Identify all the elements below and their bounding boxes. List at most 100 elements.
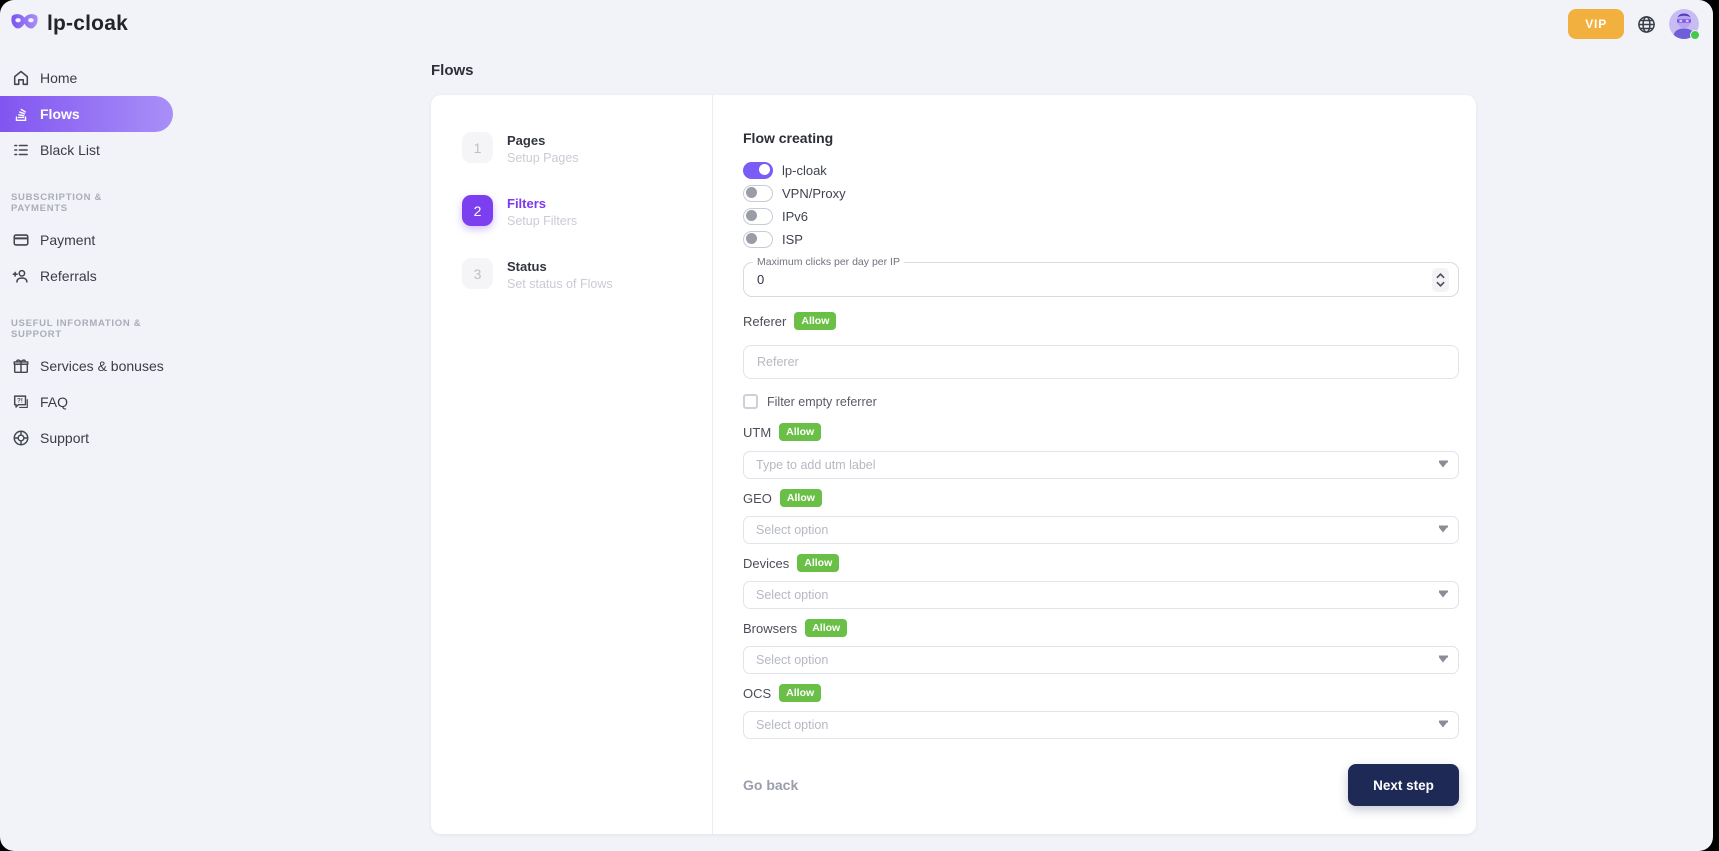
browsers-select-input[interactable] <box>743 646 1459 674</box>
referer-label: Referer <box>743 314 786 329</box>
utm-combo <box>743 451 1459 479</box>
topbar: lp-cloak VIP <box>0 0 1713 48</box>
sidebar-item-label: Services & bonuses <box>40 358 164 374</box>
step-filters[interactable]: 2 Filters Setup Filters <box>462 195 712 228</box>
ocs-label: OCS <box>743 686 771 701</box>
step-pages[interactable]: 1 Pages Setup Pages <box>462 132 712 165</box>
ocs-label-row: OCS Allow <box>743 684 1459 702</box>
brand-name: lp-cloak <box>47 12 128 36</box>
sidebar-item-black-list[interactable]: Black List <box>0 132 175 168</box>
avatar[interactable] <box>1669 9 1699 39</box>
list-icon <box>11 141 30 160</box>
section-label-text: USEFUL INFORMATION & SUPPORT <box>11 318 153 340</box>
chevron-down-icon[interactable] <box>1439 658 1447 663</box>
utm-allow-badge[interactable]: Allow <box>779 423 821 441</box>
sidebar-item-services-bonuses[interactable]: Services & bonuses <box>0 348 175 384</box>
vip-button[interactable]: VIP <box>1568 9 1624 39</box>
toggle-label: IPv6 <box>782 209 808 224</box>
toggle-row-ipv6: IPv6 <box>743 205 1459 227</box>
step-subtitle: Setup Filters <box>507 214 577 228</box>
devices-label: Devices <box>743 556 789 571</box>
online-status-dot <box>1690 30 1700 40</box>
geo-label-row: GEO Allow <box>743 489 1459 507</box>
sidebar-item-label: Flows <box>40 106 80 122</box>
chevron-down-icon[interactable] <box>1439 463 1447 468</box>
geo-select <box>743 516 1459 544</box>
sidebar-item-support[interactable]: Support <box>0 420 175 456</box>
form-footer: Go back Next step <box>743 764 1459 806</box>
mask-logo-icon <box>10 12 39 36</box>
step-status[interactable]: 3 Status Set status of Flows <box>462 258 712 291</box>
toggle-label: VPN/Proxy <box>782 186 846 201</box>
ocs-select <box>743 711 1459 739</box>
sidebar-section-subscription: SUBSCRIPTION & PAYMENTS <box>11 192 175 214</box>
max-clicks-label: Maximum clicks per day per IP <box>753 256 904 268</box>
devices-label-row: Devices Allow <box>743 554 1459 572</box>
devices-allow-badge[interactable]: Allow <box>797 554 839 572</box>
referer-allow-badge[interactable]: Allow <box>794 312 836 330</box>
flow-card: 1 Pages Setup Pages 2 Filters Setup Filt… <box>431 95 1476 834</box>
sidebar-section-useful: USEFUL INFORMATION & SUPPORT <box>11 318 175 340</box>
sidebar-item-label: Payment <box>40 232 95 248</box>
step-title: Status <box>507 258 613 274</box>
sidebar-item-faq[interactable]: ?! FAQ <box>0 384 175 420</box>
filter-empty-referrer-row: Filter empty referrer <box>743 394 1459 409</box>
ocs-select-input[interactable] <box>743 711 1459 739</box>
geo-label: GEO <box>743 491 772 506</box>
faq-bubble-icon: ?! <box>11 393 30 412</box>
page-title: Flows <box>431 62 1476 79</box>
sidebar-item-label: FAQ <box>40 394 68 410</box>
step-number: 3 <box>462 258 493 289</box>
devices-select <box>743 581 1459 609</box>
flow-form: Flow creating lp-cloak VPN/Proxy IPv6 <box>713 95 1476 834</box>
sidebar-item-payment[interactable]: Payment <box>0 222 175 258</box>
sidebar-item-label: Home <box>40 70 77 86</box>
sidebar: Home Flows <box>0 48 175 456</box>
lp-cloak-toggle[interactable] <box>743 162 773 179</box>
chevron-down-icon[interactable] <box>1439 723 1447 728</box>
browsers-label: Browsers <box>743 621 797 636</box>
ipv6-toggle[interactable] <box>743 208 773 225</box>
geo-select-input[interactable] <box>743 516 1459 544</box>
devices-select-input[interactable] <box>743 581 1459 609</box>
stage: lp-cloak VIP <box>0 0 1719 851</box>
layout: Home Flows <box>0 48 1713 834</box>
next-step-button[interactable]: Next step <box>1348 764 1459 806</box>
sidebar-item-home[interactable]: Home <box>0 60 175 96</box>
chevron-down-icon[interactable] <box>1439 593 1447 598</box>
app-window: lp-cloak VIP <box>0 0 1713 851</box>
svg-text:?!: ?! <box>16 398 22 405</box>
step-title: Filters <box>507 195 577 211</box>
referer-input[interactable] <box>743 345 1459 379</box>
lifebuoy-icon <box>11 429 30 448</box>
sidebar-item-referrals[interactable]: Referrals <box>0 258 175 294</box>
sidebar-item-label: Support <box>40 430 89 446</box>
number-stepper[interactable] <box>1432 268 1449 292</box>
stepper: 1 Pages Setup Pages 2 Filters Setup Filt… <box>431 95 713 834</box>
flows-icon <box>11 105 30 124</box>
filter-empty-referrer-checkbox[interactable] <box>743 394 758 409</box>
form-title: Flow creating <box>743 130 1459 146</box>
browsers-allow-badge[interactable]: Allow <box>805 619 847 637</box>
referer-label-row: Referer Allow <box>743 312 1459 330</box>
language-globe-icon[interactable] <box>1637 15 1656 34</box>
go-back-button[interactable]: Go back <box>743 777 798 793</box>
step-number: 1 <box>462 132 493 163</box>
topbar-actions: VIP <box>1568 9 1699 39</box>
toggle-row-isp: ISP <box>743 228 1459 250</box>
chevron-down-icon[interactable] <box>1439 528 1447 533</box>
sidebar-item-flows[interactable]: Flows <box>0 96 173 132</box>
step-title: Pages <box>507 132 579 148</box>
vpn-proxy-toggle[interactable] <box>743 185 773 202</box>
browsers-label-row: Browsers Allow <box>743 619 1459 637</box>
isp-toggle[interactable] <box>743 231 773 248</box>
toggle-label: ISP <box>782 232 803 247</box>
sidebar-item-label: Black List <box>40 142 100 158</box>
toggle-row-lp-cloak: lp-cloak <box>743 159 1459 181</box>
geo-allow-badge[interactable]: Allow <box>780 489 822 507</box>
max-clicks-input[interactable] <box>744 272 1432 287</box>
gift-icon <box>11 357 30 376</box>
main-content: Flows 1 Pages Setup Pages 2 <box>175 48 1713 834</box>
ocs-allow-badge[interactable]: Allow <box>779 684 821 702</box>
utm-input[interactable] <box>743 451 1459 479</box>
